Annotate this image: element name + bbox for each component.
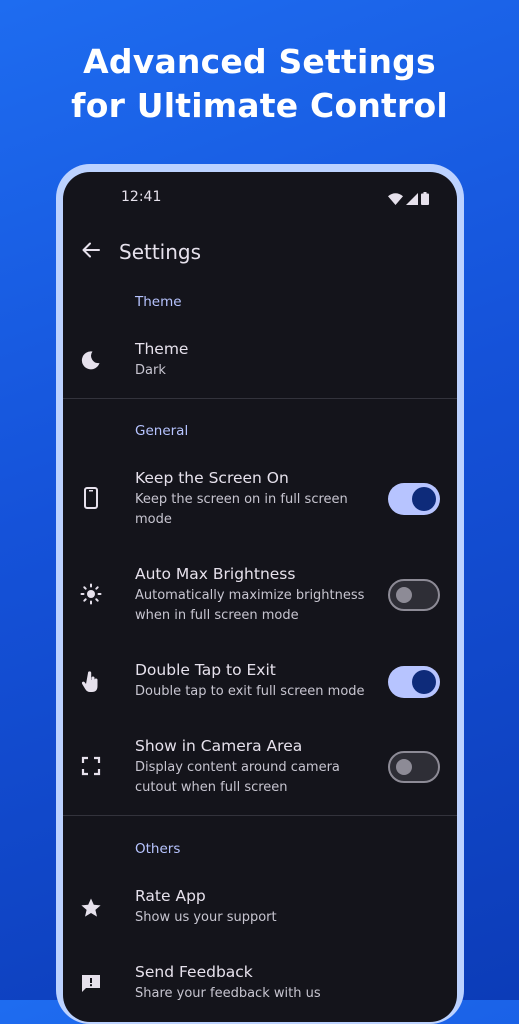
section-header-theme: Theme	[135, 294, 182, 310]
arrow-back-icon	[81, 240, 101, 264]
page-title: Settings	[119, 240, 202, 264]
status-time: 12:41	[121, 189, 162, 205]
setting-auto-max-brightness[interactable]: Auto Max Brightness Automatically maximi…	[63, 558, 457, 636]
brightness-icon	[79, 582, 103, 606]
status-bar: 12:41	[63, 172, 457, 224]
tap-icon	[79, 670, 103, 694]
setting-title: Send Feedback	[135, 963, 253, 981]
setting-theme[interactable]: Theme Dark	[63, 332, 457, 398]
phone-screen: 12:41 Settings Theme Theme Dark General …	[63, 172, 457, 1022]
setting-title: Rate App	[135, 887, 206, 905]
promo-line-1: Advanced Settings	[83, 42, 436, 81]
feedback-icon	[79, 972, 103, 996]
setting-subtitle: Double tap to exit full screen mode	[135, 684, 365, 699]
wifi-icon	[388, 190, 403, 209]
battery-icon	[421, 190, 429, 209]
double-tap-to-exit-toggle[interactable]	[388, 666, 440, 698]
setting-double-tap-to-exit[interactable]: Double Tap to Exit Double tap to exit fu…	[63, 654, 457, 714]
status-icons	[388, 190, 429, 209]
setting-keep-screen-on[interactable]: Keep the Screen On Keep the screen on in…	[63, 462, 457, 540]
divider	[63, 398, 457, 399]
setting-subtitle: Keep the screen on in full screen mode	[135, 492, 348, 527]
setting-show-in-camera-area[interactable]: Show in Camera Area Display content arou…	[63, 730, 457, 808]
fullscreen-icon	[79, 754, 103, 778]
setting-subtitle: Show us your support	[135, 910, 277, 925]
divider	[63, 815, 457, 816]
promo-headline: Advanced Settings for Ultimate Control	[0, 40, 519, 128]
setting-title: Keep the Screen On	[135, 469, 289, 487]
setting-title: Show in Camera Area	[135, 737, 303, 755]
toggle-knob	[396, 759, 412, 775]
star-icon	[79, 896, 103, 920]
setting-subtitle: Share your feedback with us	[135, 986, 321, 1001]
section-header-others: Others	[135, 841, 181, 857]
setting-send-feedback[interactable]: Send Feedback Share your feedback with u…	[63, 956, 457, 1016]
setting-subtitle: Display content around camera cutout whe…	[135, 760, 340, 795]
setting-rate-app[interactable]: Rate App Show us your support	[63, 880, 457, 940]
toggle-knob	[396, 587, 412, 603]
show-in-camera-area-toggle[interactable]	[388, 751, 440, 783]
back-button[interactable]	[77, 238, 105, 266]
section-header-general: General	[135, 423, 189, 439]
setting-title: Theme	[135, 340, 189, 358]
promo-line-2: for Ultimate Control	[71, 86, 448, 125]
setting-title: Double Tap to Exit	[135, 661, 276, 679]
auto-max-brightness-toggle[interactable]	[388, 579, 440, 611]
moon-icon	[79, 348, 103, 372]
toggle-knob	[412, 487, 436, 511]
setting-subtitle: Dark	[135, 363, 166, 378]
toggle-knob	[412, 670, 436, 694]
app-bar: Settings	[63, 224, 457, 284]
signal-icon	[406, 190, 418, 209]
phone-icon	[79, 486, 103, 510]
setting-subtitle: Automatically maximize brightness when i…	[135, 588, 365, 623]
keep-screen-on-toggle[interactable]	[388, 483, 440, 515]
setting-title: Auto Max Brightness	[135, 565, 296, 583]
